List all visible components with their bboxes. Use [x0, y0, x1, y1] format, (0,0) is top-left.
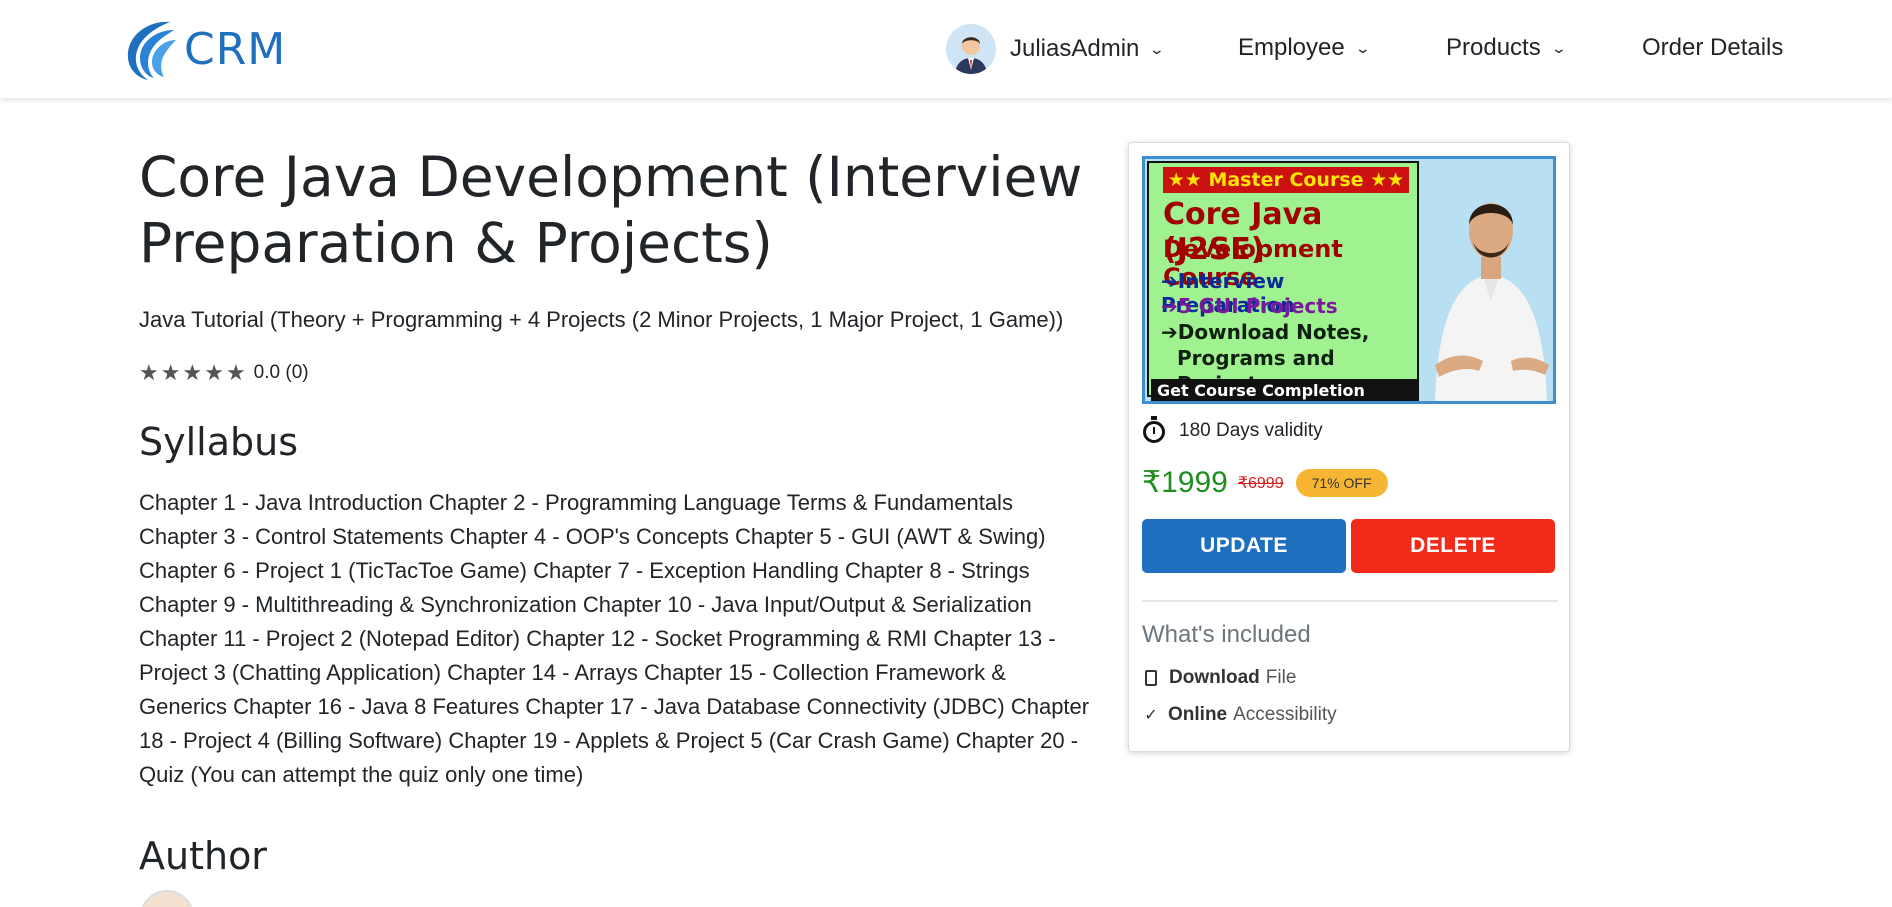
- course-subtitle: Java Tutorial (Theory + Programming + 4 …: [139, 307, 1064, 332]
- discount-badge: 71% OFF: [1295, 468, 1388, 497]
- brand-logo[interactable]: CRM: [118, 14, 286, 84]
- star-icon[interactable]: ★: [161, 360, 181, 386]
- divider: [1142, 600, 1558, 602]
- thumbnail-panel: ★★ Master Course ★★ Core Java (J2SE) Dev…: [1147, 161, 1419, 401]
- course-rating: ★ ★ ★ ★ ★ 0.0 (0): [139, 360, 309, 386]
- author-avatar: [140, 890, 194, 907]
- thumb-line-4: ➔5 GUI Projects: [1161, 294, 1338, 318]
- current-price: ₹1999: [1142, 466, 1228, 499]
- update-button[interactable]: UPDATE: [1142, 519, 1346, 573]
- included-item-rest: Accessibility: [1233, 704, 1337, 725]
- included-item-download: Download File: [1142, 667, 1296, 689]
- validity-row: 180 Days validity: [1143, 416, 1323, 443]
- included-item-bold: Download: [1169, 667, 1260, 688]
- user-menu[interactable]: JuliasAdmin ⌄: [946, 24, 1166, 74]
- nav-order-details-label: Order Details: [1642, 34, 1784, 61]
- file-icon: [1145, 670, 1157, 686]
- nav-employee-label: Employee: [1238, 34, 1345, 61]
- price-row: ₹1999 ₹6999 71% OFF: [1142, 465, 1388, 500]
- star-icon[interactable]: ★: [182, 360, 202, 386]
- chevron-down-icon: ⌄: [1550, 39, 1567, 56]
- star-icon[interactable]: ★: [226, 360, 246, 386]
- nav-order-details[interactable]: Order Details: [1642, 34, 1783, 62]
- validity-text: 180 Days validity: [1179, 420, 1323, 441]
- included-item-rest: File: [1265, 667, 1297, 688]
- stopwatch-icon: [1143, 416, 1165, 443]
- syllabus-heading: Syllabus: [139, 420, 299, 464]
- chevron-down-icon: ⌄: [1149, 40, 1166, 57]
- brand-name: CRM: [184, 23, 287, 75]
- course-title: Core Java Development (Interview Prepara…: [139, 145, 1083, 275]
- thumb-line-5a: ➔Download Notes,: [1161, 320, 1370, 344]
- delete-button[interactable]: DELETE: [1351, 519, 1555, 573]
- check-icon: ✓: [1144, 707, 1158, 724]
- included-item-bold: Online: [1168, 704, 1228, 725]
- user-avatar: [946, 24, 996, 74]
- nav-products[interactable]: Products ⌄: [1446, 34, 1567, 62]
- master-course-banner: ★★ Master Course ★★: [1163, 167, 1409, 193]
- crm-swirl-icon: [127, 21, 176, 81]
- course-thumbnail: ★★ Master Course ★★ Core Java (J2SE) Dev…: [1142, 156, 1556, 404]
- nav-employee[interactable]: Employee ⌄: [1238, 34, 1371, 62]
- star-icon[interactable]: ★: [139, 360, 159, 386]
- thumbnail-text-box: Core Java (J2SE) Development Course ➔Int…: [1157, 193, 1419, 396]
- top-navbar: CRM JuliasAdmin ⌄ Employee ⌄ Products ⌄ …: [0, 0, 1892, 98]
- syllabus-text: Chapter 1 - Java Introduction Chapter 2 …: [139, 490, 1090, 787]
- original-price: ₹6999: [1237, 474, 1284, 492]
- star-icon[interactable]: ★: [204, 360, 224, 386]
- nav-products-label: Products: [1446, 34, 1541, 61]
- whats-included-heading: What's included: [1142, 621, 1311, 648]
- instructor-photo: [1425, 165, 1553, 401]
- user-name: JuliasAdmin: [1010, 35, 1140, 62]
- author-heading: Author: [139, 834, 267, 878]
- chevron-down-icon: ⌄: [1354, 39, 1371, 56]
- course-card: ★★ Master Course ★★ Core Java (J2SE) Dev…: [1128, 142, 1570, 752]
- rating-value: 0.0 (0): [253, 362, 309, 383]
- certificate-strip: Get Course Completion Certificate: [1151, 379, 1419, 401]
- included-item-online: ✓ Online Accessibility: [1142, 704, 1337, 726]
